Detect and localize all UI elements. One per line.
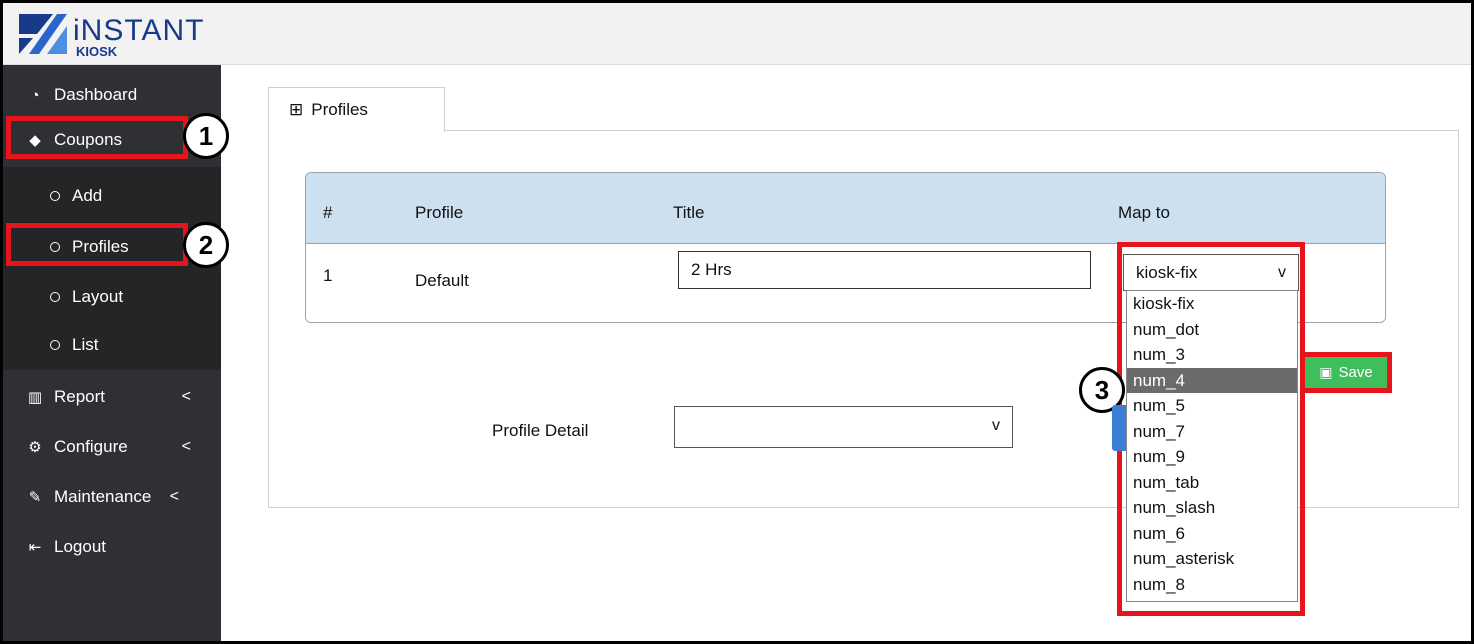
column-header-map-to: Map to [1118, 203, 1170, 222]
title-field[interactable]: 2 Hrs [678, 251, 1091, 289]
callout-1: 1 [183, 113, 229, 159]
dashboard-icon: ◔ [30, 86, 40, 104]
profile-detail-label: Profile Detail [492, 421, 589, 440]
sidebar-item-configure[interactable]: ⚙ Configure < [3, 427, 221, 467]
circle-icon [50, 292, 60, 302]
wrench-icon: ✎ [28, 489, 42, 506]
dropdown-option[interactable]: num_8 [1127, 572, 1297, 598]
sidebar-subitem-add[interactable]: Add [3, 176, 221, 216]
column-header-num: # [323, 203, 333, 222]
sidebar-item-label: Configure [54, 437, 128, 456]
dropdown-option[interactable]: num_asterisk [1127, 546, 1297, 572]
sidebar-item-dashboard[interactable]: ◔ Dashboard [3, 75, 221, 115]
table-header: # Profile Title Map to [306, 173, 1385, 244]
save-label: Save [1338, 364, 1373, 381]
column-header-profile: Profile [415, 203, 464, 222]
bar-chart-icon: ▥ [27, 389, 43, 406]
sidebar-subitem-label: List [72, 335, 99, 354]
chevron-left-icon: < [181, 438, 191, 455]
logo[interactable]: iNSTANT KIOSK [17, 12, 207, 60]
top-bar: iNSTANT KIOSK [3, 3, 1471, 65]
gear-icon: ⚙ [28, 439, 42, 456]
chevron-left-icon: < [169, 488, 179, 505]
sidebar-subitem-label: Layout [72, 287, 124, 306]
logo-mark-icon [19, 14, 67, 54]
dropdown-option[interactable]: kiosk-fix [1127, 291, 1297, 317]
grid-icon: ⊞ [289, 100, 304, 119]
row-profile: Default [415, 271, 469, 290]
sidebar-item-label: Report [54, 387, 106, 406]
dropdown-option[interactable]: num_5 [1127, 393, 1297, 419]
sidebar-item-label: Logout [54, 537, 106, 556]
sidebar-subitem-list[interactable]: List [3, 325, 221, 365]
callout-2: 2 [183, 222, 229, 268]
tab-profiles[interactable]: ⊞ Profiles [268, 87, 445, 132]
brand-name: iNSTANT [73, 14, 205, 47]
chevron-left-icon: < [181, 388, 191, 405]
dropdown-option-highlighted[interactable]: num_4 [1127, 367, 1297, 393]
brand-sub: KIOSK [76, 44, 118, 59]
sidebar-item-label: Maintenance [54, 487, 152, 506]
dropdown-option[interactable]: num_dot [1127, 317, 1297, 343]
circle-icon [50, 191, 60, 201]
sidebar-item-label: Dashboard [54, 85, 138, 104]
sidebar-item-logout[interactable]: ⇤ Logout [3, 527, 221, 567]
dropdown-option[interactable]: num_tab [1127, 470, 1297, 496]
highlight-profiles [6, 223, 188, 266]
save-button[interactable]: ▣ Save [1305, 357, 1387, 388]
map-to-select[interactable]: kiosk-fix v [1123, 254, 1299, 291]
tab-label: Profiles [311, 100, 368, 119]
dropdown-option[interactable]: num_6 [1127, 521, 1297, 547]
sidebar-item-maintenance[interactable]: ✎ Maintenance < [3, 477, 221, 517]
dropdown-option[interactable]: num_3 [1127, 342, 1297, 368]
sidebar-subitem-label: Add [72, 186, 103, 205]
logout-icon: ⇤ [28, 539, 42, 556]
circle-icon [50, 340, 60, 350]
profile-detail-select[interactable]: v [674, 406, 1013, 448]
dropdown-option[interactable]: num_slash [1127, 495, 1297, 521]
column-header-title: Title [673, 203, 705, 222]
dropdown-option[interactable]: num_9 [1127, 444, 1297, 470]
highlight-coupons [6, 116, 188, 159]
chevron-down-icon: v [992, 417, 1000, 434]
map-to-value: kiosk-fix [1136, 263, 1198, 282]
sidebar-item-report[interactable]: ▥ Report < [3, 377, 221, 417]
chevron-down-icon: v [1278, 264, 1286, 281]
sidebar-subitem-layout[interactable]: Layout [3, 277, 221, 317]
row-number: 1 [323, 266, 333, 285]
hidden-button-edge[interactable] [1112, 405, 1126, 451]
map-to-dropdown-list: kiosk-fix num_dot num_3 num_4 num_5 num_… [1126, 290, 1298, 602]
floppy-disk-icon: ▣ [1319, 364, 1333, 380]
dropdown-option[interactable]: num_7 [1127, 419, 1297, 445]
